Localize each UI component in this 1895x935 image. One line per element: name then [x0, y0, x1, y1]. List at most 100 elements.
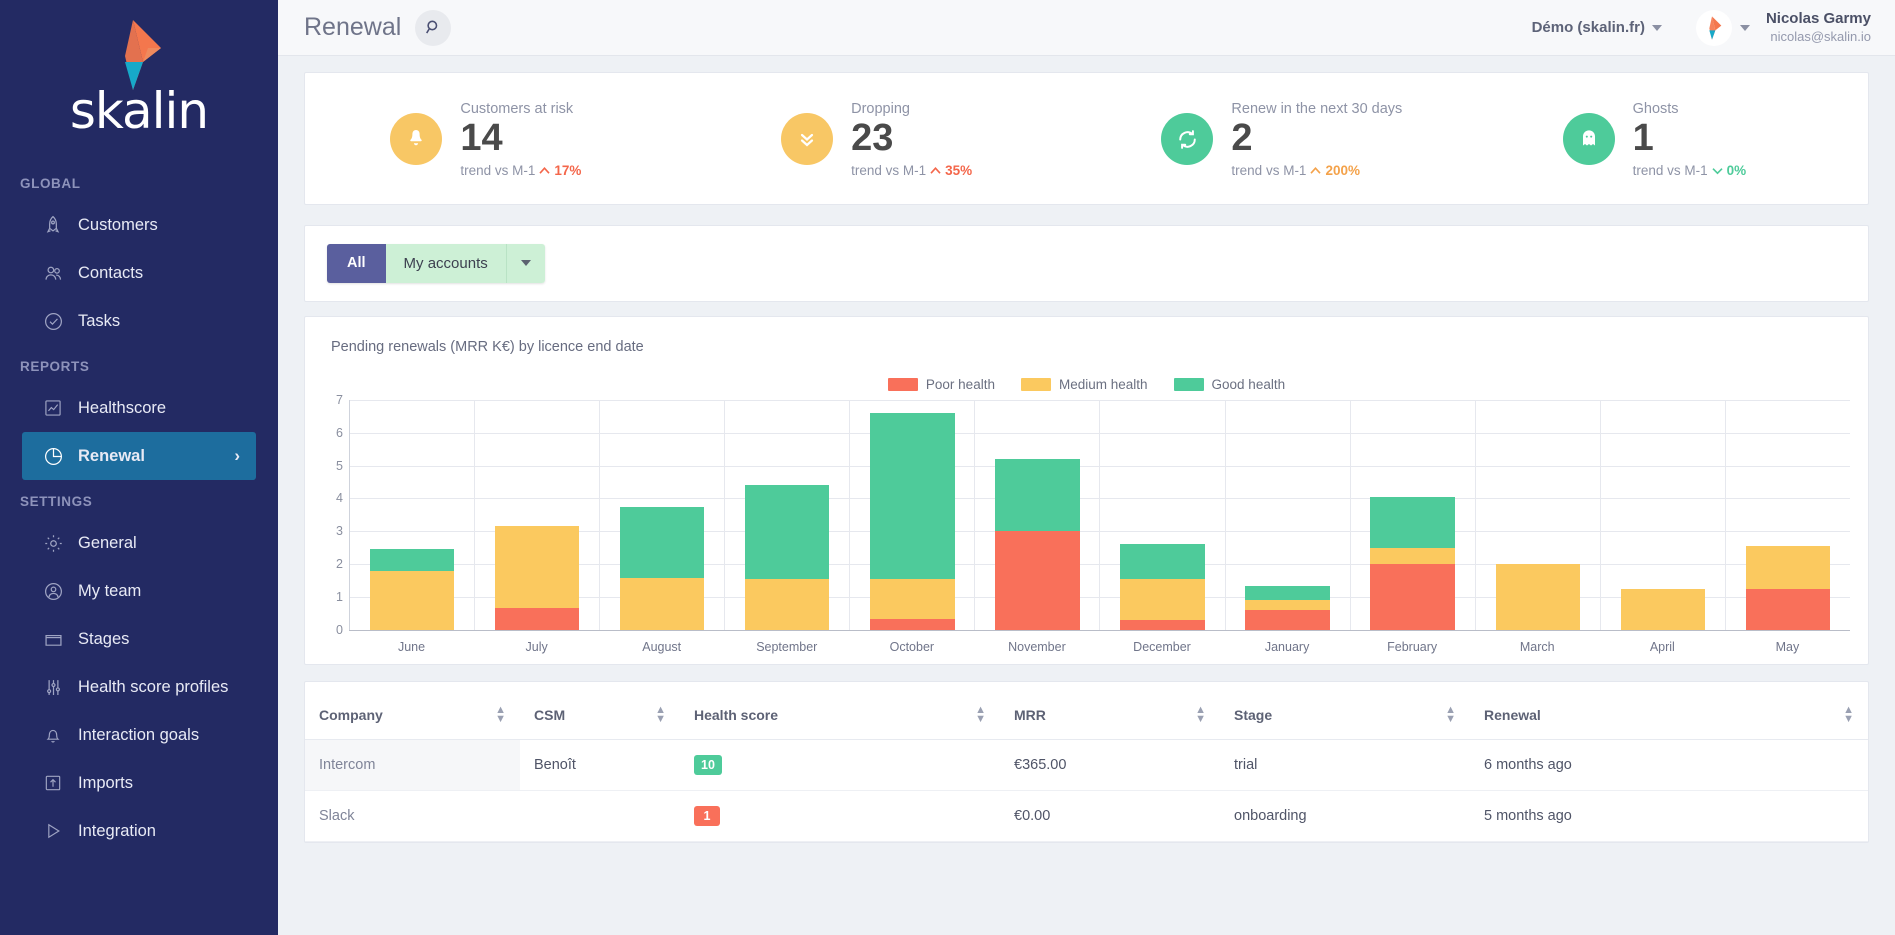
bar-segment[interactable]: [1370, 547, 1455, 565]
bar-segment[interactable]: [1245, 585, 1330, 601]
sidebar-item-interaction-goals[interactable]: Interaction goals: [22, 711, 256, 759]
gear-icon: [42, 532, 64, 554]
kpi-renew-next-30-days[interactable]: Renew in the next 30 days 2 trend vs M-1…: [1087, 101, 1478, 178]
legend-item-good[interactable]: Good health: [1173, 377, 1285, 392]
sort-icon[interactable]: ▲ ▼: [1195, 705, 1206, 725]
stacked-bar[interactable]: [870, 413, 955, 630]
sidebar-item-health-score-profiles[interactable]: Health score profiles: [22, 663, 256, 711]
stacked-bar[interactable]: [745, 484, 830, 630]
sidebar-item-general[interactable]: General: [22, 519, 256, 567]
tenant-selector[interactable]: Démo (skalin.fr): [1532, 19, 1662, 36]
bar-segment[interactable]: [1370, 496, 1455, 548]
bar-segment[interactable]: [1245, 610, 1330, 630]
sidebar-item-imports[interactable]: Imports: [22, 759, 256, 807]
bar-segment[interactable]: [1745, 588, 1831, 630]
table-row[interactable]: Slack 1 €0.00 onboarding 5 months ago: [305, 790, 1868, 843]
stacked-bar[interactable]: [1620, 588, 1705, 630]
legend-item-poor[interactable]: Poor health: [887, 377, 995, 392]
sidebar-item-integration[interactable]: Integration: [22, 807, 256, 855]
stacked-bar[interactable]: [1245, 585, 1330, 630]
cell-company[interactable]: Intercom: [305, 739, 520, 792]
column-health-score[interactable]: Health score ▲ ▼: [680, 681, 1000, 741]
user-name: Nicolas Garmy: [1765, 10, 1871, 27]
bar-segment[interactable]: [1120, 544, 1205, 579]
sort-icon[interactable]: ▲ ▼: [655, 705, 666, 725]
cell-company[interactable]: Slack: [305, 790, 520, 843]
sidebar-item-renewal[interactable]: Renewal ›: [22, 432, 256, 480]
bar-segment[interactable]: [1745, 546, 1831, 589]
sort-icon[interactable]: ▲ ▼: [495, 705, 506, 725]
stacked-bar[interactable]: [1495, 564, 1580, 630]
kpi-dropping[interactable]: Dropping 23 trend vs M-1 35%: [696, 101, 1087, 178]
stacked-bar[interactable]: [1370, 496, 1455, 630]
bar-segment[interactable]: [995, 531, 1080, 630]
bar-column[interactable]: [1601, 399, 1726, 630]
bar-segment[interactable]: [870, 619, 955, 630]
tab-all[interactable]: All: [327, 243, 386, 283]
bar-segment[interactable]: [1120, 578, 1205, 621]
column-company[interactable]: Company ▲ ▼: [305, 681, 520, 741]
sidebar-item-stages[interactable]: Stages: [22, 615, 256, 663]
bar-column[interactable]: [1476, 399, 1601, 630]
bar-column[interactable]: [1100, 399, 1226, 630]
bar-segment[interactable]: [494, 607, 580, 630]
column-csm[interactable]: CSM ▲ ▼: [520, 681, 680, 741]
bar-column[interactable]: [850, 399, 976, 630]
bar-column[interactable]: [725, 399, 851, 630]
kpi-value: 23: [851, 117, 894, 159]
bar-segment[interactable]: [1245, 600, 1330, 611]
bar-column[interactable]: [475, 399, 601, 630]
kpi-customers-at-risk[interactable]: Customers at risk 14 trend vs M-1 17%: [305, 101, 696, 178]
user-info[interactable]: Nicolas Garmy nicolas@skalin.io: [1766, 10, 1871, 45]
bar-segment[interactable]: [745, 484, 830, 579]
bar-segment[interactable]: [620, 506, 705, 578]
company-link[interactable]: Intercom: [319, 757, 375, 773]
content-scroll[interactable]: Customers at risk 14 trend vs M-1 17% Dr…: [278, 56, 1895, 935]
column-mrr[interactable]: MRR ▲ ▼: [1000, 681, 1220, 741]
bar-segment[interactable]: [620, 577, 705, 630]
company-link[interactable]: Slack: [319, 808, 354, 824]
bar-segment[interactable]: [745, 578, 830, 630]
brand-logo[interactable]: skalin: [0, 0, 278, 162]
sort-icon[interactable]: ▲ ▼: [975, 705, 986, 725]
sort-icon[interactable]: ▲ ▼: [1843, 705, 1854, 725]
bar-column[interactable]: [1226, 399, 1351, 630]
x-tick-label: April: [1649, 639, 1675, 654]
bar-segment[interactable]: [870, 413, 955, 579]
tab-my-accounts[interactable]: My accounts: [385, 243, 506, 283]
bar-column[interactable]: [1726, 400, 1850, 630]
table-row[interactable]: Intercom Benoît 10 €365.00 trial 6 months ago: [305, 739, 1868, 792]
my-accounts-dropdown-button[interactable]: [505, 243, 545, 283]
stacked-bar[interactable]: [369, 548, 455, 630]
kpi-ghosts[interactable]: Ghosts 1 trend vs M-1 0%: [1477, 101, 1868, 178]
bar-segment[interactable]: [494, 525, 580, 608]
stacked-bar[interactable]: [1745, 546, 1831, 630]
bar-segment[interactable]: [1370, 564, 1455, 630]
bar-column[interactable]: [1351, 399, 1476, 630]
sidebar-item-my-team[interactable]: My team: [22, 567, 256, 615]
column-renewal[interactable]: Renewal ▲ ▼: [1470, 681, 1868, 741]
column-stage[interactable]: Stage ▲ ▼: [1220, 681, 1470, 741]
bar-segment[interactable]: [1620, 588, 1705, 630]
bar-column[interactable]: [975, 399, 1101, 630]
sort-icon[interactable]: ▲ ▼: [1445, 705, 1456, 725]
sidebar-item-customers[interactable]: Customers: [22, 201, 256, 249]
sidebar-item-tasks[interactable]: Tasks: [22, 297, 256, 345]
bar-column[interactable]: [600, 399, 726, 630]
stacked-bar[interactable]: [494, 525, 580, 630]
stacked-bar[interactable]: [1120, 544, 1205, 630]
bar-column[interactable]: [350, 399, 476, 630]
legend-item-medium[interactable]: Medium health: [1020, 377, 1148, 392]
bar-segment[interactable]: [369, 570, 455, 630]
search-button[interactable]: [415, 9, 452, 46]
bar-segment[interactable]: [1120, 620, 1205, 630]
sidebar-item-contacts[interactable]: Contacts: [22, 249, 256, 297]
bar-segment[interactable]: [369, 548, 455, 571]
account-switcher[interactable]: [1695, 9, 1750, 46]
bar-segment[interactable]: [1495, 564, 1580, 630]
stacked-bar[interactable]: [620, 506, 705, 630]
bar-segment[interactable]: [870, 578, 955, 620]
bar-segment[interactable]: [995, 459, 1080, 532]
sidebar-item-healthscore[interactable]: Healthscore: [22, 384, 256, 432]
stacked-bar[interactable]: [995, 459, 1080, 630]
